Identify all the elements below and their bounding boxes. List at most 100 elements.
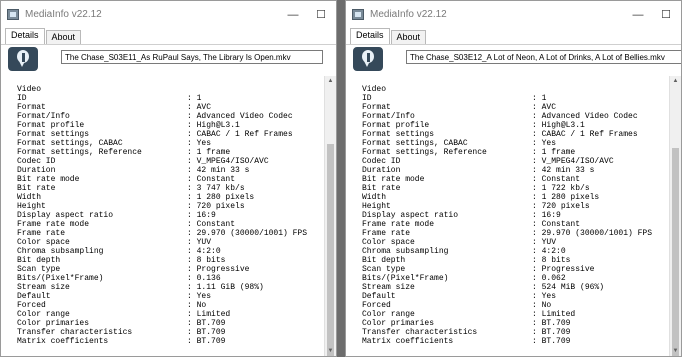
info-value: High@L3.1 — [541, 121, 585, 130]
info-value: Constant — [196, 175, 236, 184]
info-row: Format settings, CABAC: Yes — [17, 139, 307, 148]
details-text-area[interactable]: Video ID: 1 Format: AVC Format/Info: Advan… — [1, 76, 324, 356]
mediainfo-window-left: MediaInfo v22.12 — ☐ Details About The C… — [0, 0, 337, 357]
vertical-scrollbar[interactable]: ▲ ▼ — [324, 76, 336, 356]
scroll-down-arrow-icon[interactable]: ▼ — [670, 346, 681, 356]
info-key: Width — [17, 193, 42, 202]
info-value: Constant — [541, 220, 581, 229]
info-value: No — [196, 301, 207, 310]
mediainfo-logo-icon — [353, 47, 383, 71]
info-value: 1 280 pixels — [541, 193, 600, 202]
info-row: Default: Yes — [17, 292, 307, 301]
info-row: Frame rate mode: Constant — [17, 220, 307, 229]
info-separator: : — [532, 229, 542, 238]
info-row: Bit depth: 8 bits — [17, 256, 307, 265]
info-separator: : — [187, 283, 197, 292]
info-separator: : — [532, 139, 542, 148]
info-row: Stream size: 524 MiB (96%) — [362, 283, 652, 292]
info-key: Frame rate — [362, 229, 411, 238]
info-row: Color range: Limited — [17, 310, 307, 319]
info-value: Progressive — [541, 265, 595, 274]
filename-field[interactable]: The Chase_S03E11_As RuPaul Says, The Lib… — [61, 50, 323, 64]
maximize-button[interactable]: ☐ — [653, 1, 679, 28]
window-title: MediaInfo v22.12 — [25, 9, 102, 20]
info-separator: : — [532, 256, 542, 265]
info-row: Bit rate mode: Constant — [17, 175, 307, 184]
info-separator: : — [532, 112, 542, 121]
info-separator: : — [532, 130, 542, 139]
info-separator: : — [187, 310, 197, 319]
info-row: Color space: YUV — [362, 238, 652, 247]
scrollbar-thumb[interactable] — [672, 148, 679, 356]
info-row: Bits/(Pixel*Frame): 0.136 — [17, 274, 307, 283]
info-key: Color space — [17, 238, 70, 247]
scroll-up-arrow-icon[interactable]: ▲ — [325, 76, 336, 86]
tab-about[interactable]: About — [390, 30, 427, 44]
info-separator: : — [532, 148, 542, 157]
tab-about[interactable]: About — [45, 30, 82, 44]
info-row: Format/Info: Advanced Video Codec — [362, 112, 652, 121]
info-key: Forced — [17, 301, 46, 310]
details-text-area[interactable]: Video ID: 1 Format: AVC Format/Info: Advan… — [346, 76, 669, 356]
info-row: Format settings, Reference: 1 frame — [17, 148, 307, 157]
info-key: Codec ID — [362, 157, 401, 166]
info-separator: : — [187, 301, 197, 310]
info-value: 29.970 (30000/1001) FPS — [196, 229, 308, 238]
info-value: 1 frame — [196, 148, 231, 157]
scroll-down-arrow-icon[interactable]: ▼ — [325, 346, 336, 356]
info-value: V_MPEG4/ISO/AVC — [541, 157, 614, 166]
info-key: Frame rate mode — [362, 220, 435, 229]
info-row: ID: 1 — [362, 94, 652, 103]
info-value: Progressive — [196, 265, 250, 274]
info-key: Bit rate mode — [362, 175, 425, 184]
title-bar[interactable]: MediaInfo v22.12 — ☐ — [346, 1, 681, 28]
info-key: Format/Info — [17, 112, 70, 121]
info-row: Format settings: CABAC / 1 Ref Frames — [17, 130, 307, 139]
info-separator: : — [532, 211, 542, 220]
minimize-button[interactable]: — — [625, 1, 651, 28]
info-row: Frame rate: 29.970 (30000/1001) FPS — [362, 229, 652, 238]
info-value: 0.136 — [196, 274, 221, 283]
info-key: Stream size — [17, 283, 70, 292]
info-value: Yes — [196, 139, 212, 148]
maximize-button[interactable]: ☐ — [308, 1, 334, 28]
info-separator: : — [187, 157, 197, 166]
info-separator: : — [532, 193, 542, 202]
info-value: Limited — [541, 310, 576, 319]
info-rows: ID: 1 Format: AVC Format/Info: Advanced Vi… — [362, 94, 652, 346]
info-separator: : — [532, 202, 542, 211]
info-key: Bit rate mode — [17, 175, 80, 184]
info-key: Format settings — [17, 130, 90, 139]
filename-field[interactable]: The Chase_S03E12_A Lot of Neon, A Lot of… — [406, 50, 681, 64]
info-row: ID: 1 — [17, 94, 307, 103]
info-row: Bits/(Pixel*Frame): 0.062 — [362, 274, 652, 283]
info-value: BT.709 — [541, 319, 571, 328]
info-key: Default — [17, 292, 51, 301]
info-value: 8 bits — [541, 256, 571, 265]
info-value: BT.709 — [541, 328, 571, 337]
info-row: Frame rate mode: Constant — [362, 220, 652, 229]
vertical-scrollbar[interactable]: ▲ ▼ — [669, 76, 681, 356]
file-header: The Chase_S03E12_A Lot of Neon, A Lot of… — [346, 45, 681, 75]
mediainfo-window-right: MediaInfo v22.12 — ☐ Details About The C… — [345, 0, 682, 357]
info-value: 1 722 kb/s — [541, 184, 590, 193]
tab-details[interactable]: Details — [5, 28, 45, 44]
scroll-up-arrow-icon[interactable]: ▲ — [670, 76, 681, 86]
tab-details[interactable]: Details — [350, 28, 390, 44]
info-row: Display aspect ratio: 16:9 — [17, 211, 307, 220]
minimize-button[interactable]: — — [280, 1, 306, 28]
info-row: Format: AVC — [362, 103, 652, 112]
info-key: Chroma subsampling — [362, 247, 449, 256]
info-row: Format profile: High@L3.1 — [362, 121, 652, 130]
info-value: 1 280 pixels — [196, 193, 255, 202]
info-row: Matrix coefficients: BT.709 — [362, 337, 652, 346]
title-bar[interactable]: MediaInfo v22.12 — ☐ — [1, 1, 336, 28]
info-separator: : — [187, 121, 197, 130]
info-key: Matrix coefficients — [362, 337, 454, 346]
app-icon — [352, 9, 364, 20]
info-row: Bit rate: 3 747 kb/s — [17, 184, 307, 193]
info-row: Default: Yes — [362, 292, 652, 301]
scrollbar-thumb[interactable] — [327, 144, 334, 356]
info-row: Duration: 42 min 33 s — [17, 166, 307, 175]
info-separator: : — [187, 337, 197, 346]
